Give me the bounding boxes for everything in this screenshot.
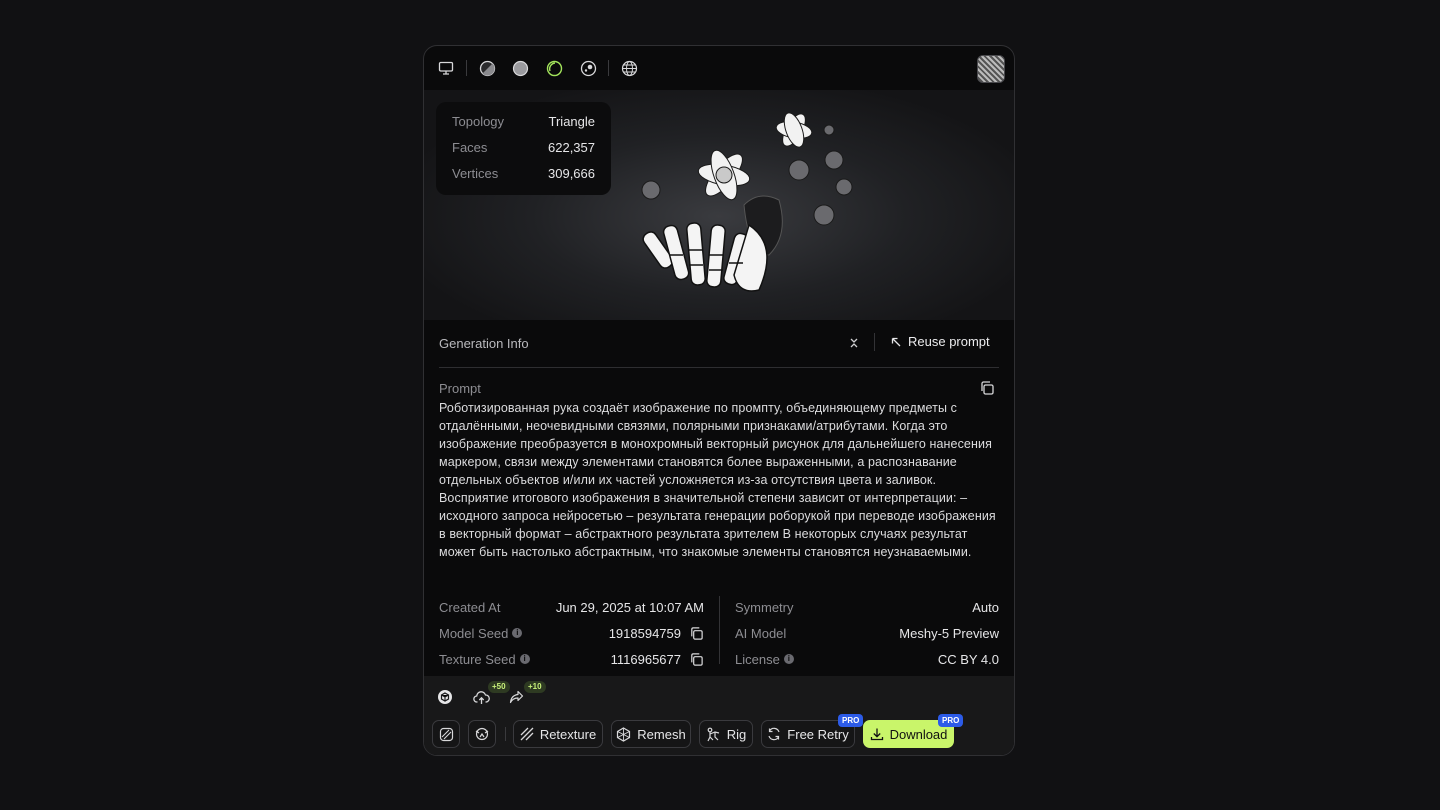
normal-map-icon[interactable] — [579, 59, 597, 77]
collapse-icon[interactable] — [846, 335, 862, 351]
meta-label: Created At — [439, 599, 501, 615]
stat-row-vertices: Vertices 309,666 — [452, 160, 595, 186]
meta-value: 1918594759 — [609, 626, 704, 641]
meta-left-column: Created At Jun 29, 2025 at 10:07 AM Mode… — [439, 594, 704, 672]
copy-icon[interactable] — [689, 626, 704, 641]
cloud-upload-icon[interactable] — [473, 690, 491, 708]
stat-value: 309,666 — [548, 165, 595, 181]
texture-icon — [439, 727, 453, 741]
meta-value: Meshy-5 Preview — [899, 625, 999, 641]
meta-row-ai-model: AI Model Meshy-5 Preview — [735, 620, 999, 646]
stat-row-topology: Topology Triangle — [452, 108, 595, 134]
half-shaded-sphere-icon[interactable] — [478, 59, 496, 77]
meta-right-column: Symmetry Auto AI Model Meshy-5 Preview L… — [735, 594, 999, 672]
meta-label: Model Seed i — [439, 626, 523, 641]
copy-icon[interactable] — [979, 380, 995, 396]
pro-badge: PRO — [938, 714, 964, 727]
info-icon[interactable]: i — [512, 628, 523, 638]
section-divider — [439, 367, 999, 368]
meta-row-texture-seed: Texture Seed i 1116965677 — [439, 646, 704, 672]
actions-divider — [505, 727, 506, 741]
meta-row-license: License i CC BY 4.0 — [735, 646, 999, 672]
meta-label: Texture Seed i — [439, 652, 530, 667]
retexture-button[interactable]: Retexture — [513, 720, 603, 748]
stat-row-faces: Faces 622,357 — [452, 134, 595, 160]
pro-badge: PRO — [838, 714, 864, 727]
upload-bonus-badge: +50 — [488, 681, 510, 693]
meta-row-model-seed: Model Seed i 1918594759 — [439, 620, 704, 646]
rig-label: Rig — [726, 726, 747, 742]
toolbar-divider — [608, 60, 609, 76]
free-retry-label: Free Retry — [787, 726, 849, 742]
arrow-up-left-icon — [891, 337, 901, 346]
polyhedron-icon — [617, 726, 631, 742]
info-icon[interactable]: i — [783, 654, 794, 664]
stat-label: Faces — [452, 139, 488, 155]
animate-button[interactable] — [468, 720, 496, 748]
share-arrow-icon[interactable] — [509, 690, 527, 708]
stat-label: Vertices — [452, 165, 499, 181]
remesh-button[interactable]: Remesh — [611, 720, 691, 748]
3d-cube-icon[interactable] — [437, 689, 455, 707]
3d-viewport[interactable]: Topology Triangle Faces 622,357 Vertices… — [424, 90, 1014, 320]
meta-label: Symmetry — [735, 599, 794, 615]
refresh-icon — [768, 727, 780, 741]
copy-icon[interactable] — [689, 652, 704, 667]
info-icon[interactable]: i — [519, 654, 530, 664]
generation-info-header: Generation Info Reuse prompt — [424, 320, 1014, 366]
reuse-prompt-label: Reuse prompt — [908, 334, 990, 349]
meta-value: 1116965677 — [611, 652, 704, 667]
share-bonus-badge: +10 — [524, 681, 546, 693]
stat-label: Topology — [452, 113, 505, 129]
model-thumbnail[interactable] — [977, 55, 1005, 83]
meta-divider — [719, 596, 720, 664]
meta-label: AI Model — [735, 625, 787, 641]
meta-row-symmetry: Symmetry Auto — [735, 594, 999, 620]
meta-label: License i — [735, 652, 794, 667]
wireframe-ring-icon[interactable] — [545, 59, 563, 77]
meta-row-created-at: Created At Jun 29, 2025 at 10:07 AM — [439, 594, 704, 620]
diagonal-lines-icon — [520, 727, 534, 741]
toolbar-divider — [466, 60, 467, 76]
monitor-icon[interactable] — [437, 59, 455, 77]
action-bar: +50 +10 Retexture Remesh Rig Free Retry … — [424, 676, 1014, 755]
prompt-label: Prompt — [439, 381, 481, 396]
retexture-label: Retexture — [539, 726, 597, 742]
reuse-prompt-button[interactable]: Reuse prompt — [890, 334, 990, 349]
meta-value: CC BY 4.0 — [937, 651, 999, 667]
solid-sphere-icon[interactable] — [511, 59, 529, 77]
skeleton-icon — [707, 727, 719, 741]
download-icon — [870, 728, 883, 741]
view-toolbar — [424, 46, 1014, 90]
stat-value: Triangle — [548, 113, 595, 129]
meta-value: Auto — [972, 599, 999, 615]
texture-paint-button[interactable] — [432, 720, 460, 748]
prompt-text: Роботизированная рука создаёт изображени… — [439, 401, 996, 559]
globe-icon[interactable] — [620, 59, 638, 77]
rig-button[interactable]: Rig — [699, 720, 753, 748]
header-divider — [874, 333, 875, 351]
stat-value: 622,357 — [548, 139, 595, 155]
model-detail-panel: Topology Triangle Faces 622,357 Vertices… — [423, 45, 1015, 756]
running-figure-icon — [475, 727, 489, 741]
download-label: Download — [889, 726, 948, 742]
remesh-label: Remesh — [637, 726, 686, 742]
meta-value: Jun 29, 2025 at 10:07 AM — [555, 599, 704, 615]
mesh-stats-card: Topology Triangle Faces 622,357 Vertices… — [436, 102, 611, 195]
generation-info-title: Generation Info — [439, 336, 529, 351]
3d-model-preview — [641, 112, 853, 292]
